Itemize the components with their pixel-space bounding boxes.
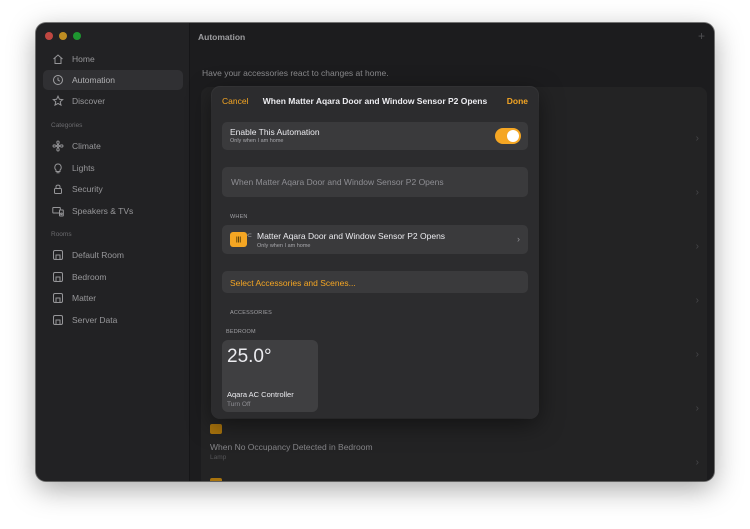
- enable-automation-row: Enable This Automation Only when I am ho…: [222, 122, 528, 150]
- enable-title: Enable This Automation: [230, 127, 320, 137]
- when-label: WHEN: [230, 214, 248, 220]
- tile-name: Aqara AC Controller: [227, 390, 294, 399]
- sheet-title: When Matter Aqara Door and Window Sensor…: [262, 96, 488, 106]
- contact-sensor-icon: |||: [230, 232, 247, 247]
- signal-icon: ⊂: [247, 233, 253, 239]
- trigger-title: Matter Aqara Door and Window Sensor P2 O…: [257, 231, 446, 241]
- name-field-text: When Matter Aqara Door and Window Sensor…: [231, 177, 444, 187]
- accessory-tile[interactable]: 25.0° Aqara AC Controller Turn Off: [222, 340, 318, 412]
- select-accessories-row[interactable]: Select Accessories and Scenes...: [222, 271, 528, 293]
- accessories-label: ACCESSORIES: [230, 310, 272, 316]
- tile-state: Turn Off: [227, 401, 251, 408]
- trigger-subtitle: Only when I am home: [257, 243, 311, 249]
- tile-temperature: 25.0°: [227, 346, 272, 367]
- automation-edit-sheet: When Matter Aqara Door and Window Sensor…: [212, 87, 538, 418]
- cancel-button[interactable]: Cancel: [222, 96, 248, 106]
- enable-toggle[interactable]: [495, 128, 521, 144]
- select-accessories-link[interactable]: Select Accessories and Scenes...: [230, 278, 356, 288]
- automation-name-field[interactable]: When Matter Aqara Door and Window Sensor…: [222, 167, 528, 197]
- room-label: BEDROOM: [226, 329, 256, 335]
- enable-subtitle: Only when I am home: [230, 138, 284, 144]
- trigger-row[interactable]: ||| ⊂ Matter Aqara Door and Window Senso…: [222, 225, 528, 254]
- done-button[interactable]: Done: [507, 96, 528, 106]
- chevron-right-icon: ›: [517, 234, 520, 244]
